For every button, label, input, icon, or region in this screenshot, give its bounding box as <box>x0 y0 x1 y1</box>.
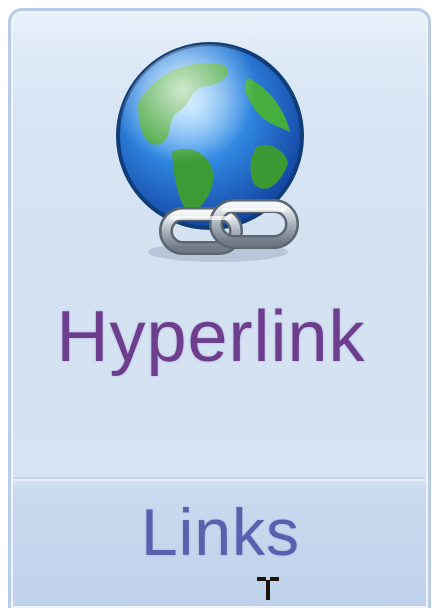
text-cursor-ibeam-icon <box>257 577 279 600</box>
globe-with-chain-link-icon <box>116 42 304 262</box>
group-label-separator <box>14 477 425 481</box>
group-label-links: Links <box>140 495 301 569</box>
hyperlink-label: Hyperlink <box>56 297 366 377</box>
hyperlink-button[interactable]: Hyperlink <box>26 16 396 456</box>
